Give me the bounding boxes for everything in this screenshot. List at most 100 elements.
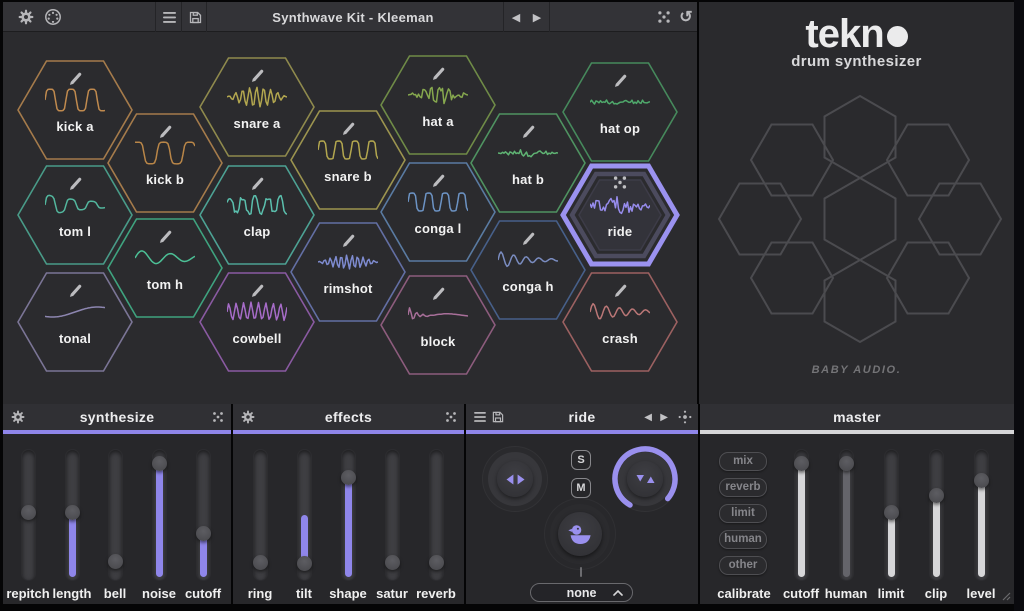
slider-track[interactable] (885, 450, 898, 580)
slider-reverb[interactable]: reverb (419, 450, 453, 580)
calibrate-button-limit[interactable]: limit (719, 504, 767, 523)
pitch-knob[interactable] (618, 452, 672, 506)
slider-thumb[interactable] (253, 555, 268, 570)
brand-dot (887, 26, 908, 47)
dropdown-value: none (567, 586, 597, 600)
master-panel: master calibrate cutoff human limit clip… (700, 404, 1014, 604)
slider-track[interactable] (795, 450, 808, 580)
slider-track[interactable] (975, 450, 988, 580)
slider-limit[interactable]: limit (874, 450, 908, 580)
sample-dropdown[interactable]: none (530, 583, 633, 602)
menu-icon[interactable] (158, 2, 180, 32)
slider-thumb[interactable] (297, 556, 312, 571)
next-preset-button[interactable]: ▶ (527, 2, 547, 32)
slider-fill (978, 481, 985, 577)
pad-crash[interactable]: crash (560, 270, 680, 374)
slider-track[interactable] (430, 450, 443, 580)
randomize-dice-icon[interactable] (653, 2, 675, 32)
slider-human[interactable]: human (829, 450, 863, 580)
slider-track[interactable] (66, 450, 79, 580)
slider-track[interactable] (840, 450, 853, 580)
slider-track[interactable] (22, 450, 35, 580)
dropdown-pointer-tick (580, 567, 582, 577)
slider-track[interactable] (153, 450, 166, 580)
slider-thumb[interactable] (341, 470, 356, 485)
slider-fill (156, 464, 163, 577)
next-pad-button[interactable]: ▶ (660, 404, 668, 430)
chevron-up-icon (613, 590, 623, 596)
pad-cowbell[interactable]: cowbell (197, 270, 317, 374)
waveform-preview (318, 247, 378, 277)
locate-target-icon[interactable] (678, 404, 692, 430)
slider-length[interactable]: length (55, 450, 89, 580)
slider-repitch[interactable]: repitch (11, 450, 45, 580)
slider-track[interactable] (254, 450, 267, 580)
duck-icon (558, 512, 602, 556)
randomize-dice-icon[interactable] (445, 404, 457, 430)
pad-grid: kick a kick b snare a snare b hat a hat … (3, 32, 697, 404)
calibrate-button-other[interactable]: other (719, 556, 767, 575)
solo-button[interactable]: S (571, 450, 591, 470)
effects-header: effects (233, 404, 464, 430)
pad-block[interactable]: block (378, 273, 498, 377)
pad-label: tonal (15, 331, 135, 346)
slider-fill (69, 513, 76, 577)
accent-bar (700, 430, 1014, 434)
preset-title: Synthwave Kit - Kleeman (203, 2, 503, 32)
slider-track[interactable] (197, 450, 210, 580)
calibrate-button-human[interactable]: human (719, 530, 767, 549)
midi-din-icon[interactable] (41, 2, 65, 32)
slider-track[interactable] (298, 450, 311, 580)
gear-icon[interactable] (15, 2, 37, 32)
slider-level[interactable]: level (964, 450, 998, 580)
divider (549, 2, 550, 32)
slider-shape[interactable]: shape (331, 450, 365, 580)
pan-knob[interactable] (488, 452, 542, 506)
master-header: master (700, 404, 1014, 430)
slider-thumb[interactable] (196, 526, 211, 541)
pad-label: hat op (560, 121, 680, 136)
prev-preset-button[interactable]: ◀ (506, 2, 526, 32)
waveform-preview (318, 135, 378, 165)
slider-cutoff[interactable]: cutoff (186, 450, 220, 580)
slider-track[interactable] (930, 450, 943, 580)
calibrate-button-mix[interactable]: mix (719, 452, 767, 471)
duck-button[interactable] (550, 504, 610, 564)
waveform-preview (227, 82, 287, 112)
slider-track[interactable] (342, 450, 355, 580)
slider-track[interactable] (109, 450, 122, 580)
slider-satur[interactable]: satur (375, 450, 409, 580)
slider-thumb[interactable] (108, 554, 123, 569)
slider-clip[interactable]: clip (919, 450, 953, 580)
slider-thumb[interactable] (794, 456, 809, 471)
waveform-preview (135, 243, 195, 273)
slider-thumb[interactable] (884, 505, 899, 520)
pad-hat-op[interactable]: hat op (560, 60, 680, 164)
slider-tilt[interactable]: tilt (287, 450, 321, 580)
slider-thumb[interactable] (839, 456, 854, 471)
slider-thumb[interactable] (429, 555, 444, 570)
slider-noise[interactable]: noise (142, 450, 176, 580)
master-title: master (700, 404, 1014, 430)
pad-label: block (378, 334, 498, 349)
slider-thumb[interactable] (65, 505, 80, 520)
randomize-dice-icon[interactable] (212, 404, 224, 430)
slider-thumb[interactable] (152, 456, 167, 471)
waveform-preview (408, 300, 468, 330)
slider-ring[interactable]: ring (243, 450, 277, 580)
slider-thumb[interactable] (929, 488, 944, 503)
slider-thumb[interactable] (21, 505, 36, 520)
synthesize-title: synthesize (3, 404, 231, 430)
slider-thumb[interactable] (974, 473, 989, 488)
calibrate-button-reverb[interactable]: reverb (719, 478, 767, 497)
pad-label: cowbell (197, 331, 317, 346)
brand-logo: tekn drum synthesizer (699, 14, 1014, 70)
slider-thumb[interactable] (385, 555, 400, 570)
pad-tonal[interactable]: tonal (15, 270, 135, 374)
prev-pad-button[interactable]: ◀ (644, 404, 652, 430)
slider-cutoff[interactable]: cutoff (784, 450, 818, 580)
mute-button[interactable]: M (571, 478, 591, 498)
reset-icon[interactable]: ↺ (675, 2, 697, 32)
slider-bell[interactable]: bell (98, 450, 132, 580)
slider-track[interactable] (386, 450, 399, 580)
